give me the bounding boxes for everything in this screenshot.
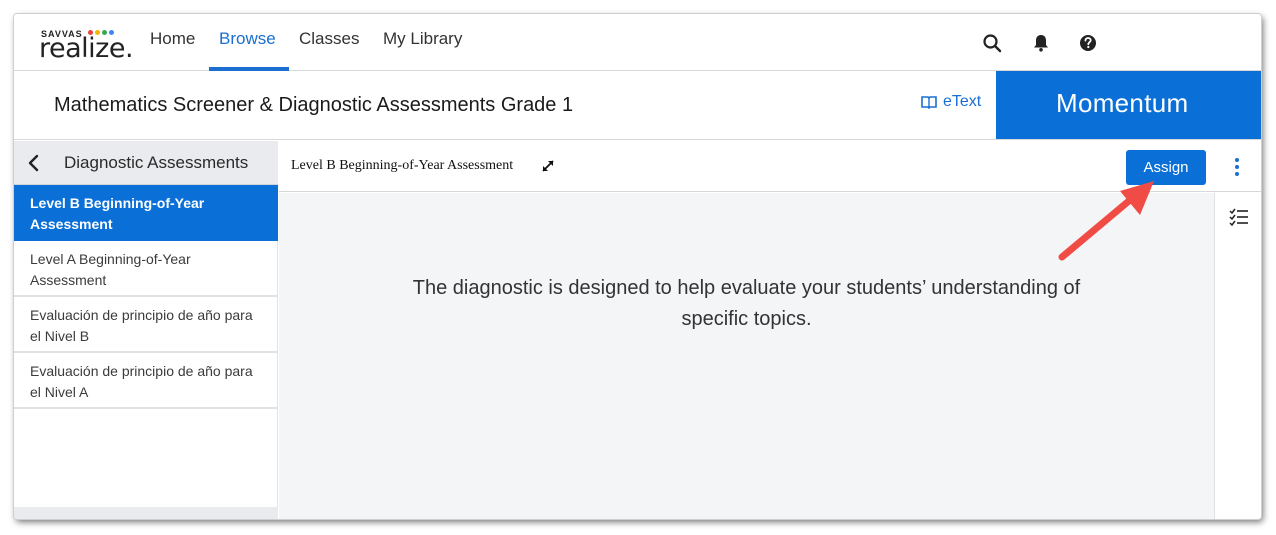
savvas-realize-logo[interactable]: SAVVAS realize. (39, 27, 134, 64)
bell-icon[interactable] (1030, 32, 1052, 54)
annotation-arrow-icon (1058, 181, 1154, 261)
logo-main-text: realize. (39, 33, 134, 64)
nav-link-my-library[interactable]: My Library (383, 29, 462, 49)
top-navigation: SAVVAS realize. Home Browse Classes My L… (14, 14, 1261, 71)
back-chevron-icon[interactable] (24, 153, 44, 173)
checklist-icon[interactable] (1229, 207, 1249, 227)
brand-label: Momentum (1056, 88, 1189, 118)
nav-link-classes[interactable]: Classes (299, 29, 359, 49)
momentum-brand-banner: Momentum (996, 71, 1261, 139)
book-icon (921, 96, 937, 109)
sidebar-item-level-a-boy[interactable]: Level A Beginning-of-Year Assessment (14, 241, 278, 297)
sidebar: Diagnostic Assessments Level B Beginning… (14, 141, 278, 519)
etext-label: eText (943, 93, 982, 110)
help-icon[interactable] (1077, 32, 1099, 54)
sidebar-item-level-b-boy[interactable]: Level B Beginning-of-Year Assessment (14, 185, 278, 241)
sidebar-scroll-track (14, 507, 278, 519)
diagnostic-message: The diagnostic is designed to help evalu… (412, 277, 1081, 330)
sidebar-title: Diagnostic Assessments (64, 153, 249, 172)
app-window: SAVVAS realize. Home Browse Classes My L… (14, 14, 1261, 519)
program-title: Mathematics Screener & Diagnostic Assess… (54, 94, 574, 116)
search-icon[interactable] (981, 32, 1003, 54)
sidebar-item-nivel-b[interactable]: Evaluación de principio de año para el N… (14, 297, 278, 353)
more-options-icon[interactable] (1232, 156, 1242, 178)
etext-link[interactable]: eText (921, 93, 981, 111)
content-title: Level B Beginning-of-Year Assessment (291, 158, 514, 173)
sidebar-item-nivel-a[interactable]: Evaluación de principio de año para el N… (14, 353, 278, 409)
right-rail (1214, 193, 1261, 519)
program-title-bar: Mathematics Screener & Diagnostic Assess… (14, 71, 1261, 140)
nav-link-browse[interactable]: Browse (219, 29, 276, 49)
sidebar-header: Diagnostic Assessments (14, 141, 278, 185)
expand-icon[interactable] (540, 158, 556, 174)
nav-link-home[interactable]: Home (150, 29, 195, 49)
